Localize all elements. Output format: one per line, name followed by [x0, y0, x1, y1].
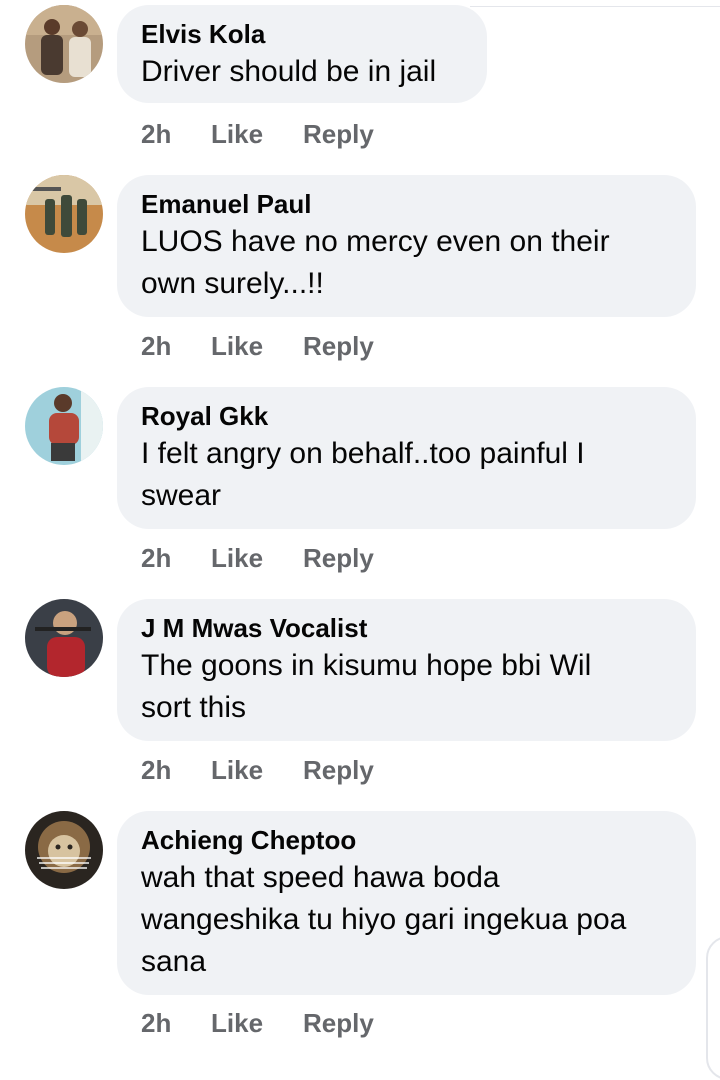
comment-timestamp[interactable]: 2h [141, 755, 211, 785]
comment-author[interactable]: J M Mwas Vocalist [141, 613, 672, 643]
comment-text-line: wangeshika tu hiyo gari ingekua poa [141, 903, 627, 936]
avatar[interactable] [25, 5, 103, 83]
like-button[interactable]: Like [211, 1008, 303, 1038]
reply-button[interactable]: Reply [303, 331, 374, 361]
comment-actions: 2h Like Reply [141, 1008, 374, 1038]
reply-button[interactable]: Reply [303, 1008, 374, 1038]
avatar-image [25, 5, 103, 83]
comment-text-line: wah that speed hawa boda [141, 861, 500, 894]
comment-text-line: The goons in kisumu hope bbi Wil [141, 649, 592, 682]
avatar[interactable] [25, 811, 103, 889]
avatar[interactable] [25, 387, 103, 465]
comment-text-line: own surely...!! [141, 267, 324, 300]
reply-button[interactable]: Reply [303, 119, 374, 149]
comment-text-line: sort this [141, 691, 247, 724]
comment-actions: 2h Like Reply [141, 755, 374, 785]
comment-author[interactable]: Elvis Kola [141, 19, 463, 49]
comment-text-line: Driver should be in jail [141, 55, 437, 88]
comment-timestamp[interactable]: 2h [141, 119, 211, 149]
comment-author[interactable]: Emanuel Paul [141, 189, 672, 219]
comment-actions: 2h Like Reply [141, 119, 374, 149]
reply-button[interactable]: Reply [303, 543, 374, 573]
partial-panel-edge [706, 936, 720, 1080]
avatar-image [25, 599, 103, 677]
comment-actions: 2h Like Reply [141, 331, 374, 361]
comments-screen: { "comments": [ { "author": "Elvis Kola"… [0, 0, 720, 1080]
comment-author[interactable]: Achieng Cheptoo [141, 825, 672, 855]
comment-author[interactable]: Royal Gkk [141, 401, 672, 431]
avatar-image [25, 175, 103, 253]
comment-timestamp[interactable]: 2h [141, 543, 211, 573]
reply-button[interactable]: Reply [303, 755, 374, 785]
like-button[interactable]: Like [211, 119, 303, 149]
like-button[interactable]: Like [211, 331, 303, 361]
comment-bubble[interactable]: J M Mwas Vocalist The goons in kisumu ho… [117, 599, 696, 741]
comment-text-line: swear [141, 479, 222, 512]
comment-timestamp[interactable]: 2h [141, 331, 211, 361]
avatar[interactable] [25, 175, 103, 253]
comment-actions: 2h Like Reply [141, 543, 374, 573]
comment-text-line: LUOS have no mercy even on their [141, 225, 610, 258]
like-button[interactable]: Like [211, 543, 303, 573]
comment-bubble[interactable]: Royal Gkk I felt angry on behalf..too pa… [117, 387, 696, 529]
avatar-image [25, 811, 103, 889]
comment-bubble[interactable]: Emanuel Paul LUOS have no mercy even on … [117, 175, 696, 317]
comment-text-line: I felt angry on behalf..too painful I [141, 437, 585, 470]
comment-timestamp[interactable]: 2h [141, 1008, 211, 1038]
like-button[interactable]: Like [211, 755, 303, 785]
comment-bubble[interactable]: Elvis Kola Driver should be in jail [117, 5, 487, 103]
comment-text-line: sana [141, 945, 207, 978]
top-divider [470, 6, 720, 7]
avatar[interactable] [25, 599, 103, 677]
comment-bubble[interactable]: Achieng Cheptoo wah that speed hawa boda… [117, 811, 696, 995]
avatar-image [25, 387, 103, 465]
